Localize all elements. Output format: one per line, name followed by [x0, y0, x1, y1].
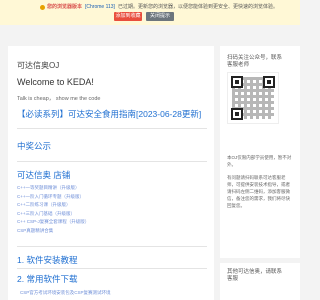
qr-code-image [227, 72, 279, 124]
shop-item[interactable]: C++ CSP-J复赛全套课程（升级版） [17, 218, 207, 227]
sidebar-bottom-title: 其他可达信奥，请联系客服 [227, 269, 283, 282]
software-install-title[interactable]: 1. 软件安装教程 [17, 254, 77, 266]
shop-title[interactable]: 可达信奥 店铺 [17, 169, 70, 181]
shop-item[interactable]: C++一等奖题目精讲（升级版） [17, 184, 207, 193]
warning-icon [40, 4, 45, 10]
divider [17, 161, 207, 162]
main-content: 可达信奥OJ Welcome to KEDA! Talk is cheap， s… [8, 46, 214, 300]
browser-warning-bar: 您的浏览器版本 [Chrome 113] 已过期。更新您的浏览器，以便您能体验到… [0, 0, 300, 25]
announcement-link[interactable]: 中奖公示 [17, 140, 51, 152]
divider [17, 246, 207, 247]
motto-text: Talk is cheap， show me the code [17, 96, 101, 102]
shop-list: C++一等奖题目精讲（升级版） C++一阶入门循环专题（升级版） C++二阶练习… [17, 184, 207, 235]
warning-title: 您的浏览器版本 [47, 4, 83, 10]
warning-browser-version: [Chrome 113] [85, 4, 115, 10]
sidebar-notice: 本OJ仅限内部学员使用，暂不对外。 [227, 155, 292, 167]
divider [17, 268, 207, 269]
shop-item[interactable]: C++二阶练习课（升级版） [17, 201, 207, 210]
sidebar-bottom-panel: 其他可达信奥，请联系客服 [220, 263, 300, 300]
welcome-heading: Welcome to KEDA! [17, 77, 94, 87]
add-favorite-button[interactable]: 添加到收藏 [114, 12, 142, 21]
shop-item[interactable]: C++一阶入门循环专题（升级版） [17, 193, 207, 202]
software-download-title[interactable]: 2. 常用软件下载 [17, 273, 77, 285]
resource-item[interactable]: CSP官方考试环境安装包及CSP复赛测试环境 [20, 290, 111, 296]
sidebar-panel: 扫码关注公众号，联系客服老师 本OJ仅限内部学员使用，暂不对外。 有问题请扫码联… [220, 46, 300, 258]
shop-item[interactable]: C++三阶入门基础（升级版） [17, 210, 207, 219]
qr-title: 扫码关注公众号，联系客服老师 [227, 55, 283, 68]
close-warning-button[interactable]: 关闭提示 [146, 12, 174, 21]
browser-warning-message: 您的浏览器版本 [Chrome 113] 已过期。更新您的浏览器，以便您能体验到… [40, 3, 290, 11]
warning-text: 已过期。更新您的浏览器，以便您能体验到更安全、更快速的浏览体验。 [117, 4, 278, 10]
shop-item[interactable]: CSP真题精讲合集 [17, 227, 207, 236]
sidebar-help-text: 有问题请扫码联系可达客服老师，可提供安装技术指导，或者请扫码左侧二维码，添加客服… [227, 175, 290, 208]
divider [17, 128, 207, 129]
safety-guide-link[interactable]: 【必读系列】可达安全食用指南[2023-06-28更新] [17, 108, 212, 120]
site-title: 可达信奥OJ [17, 61, 60, 70]
